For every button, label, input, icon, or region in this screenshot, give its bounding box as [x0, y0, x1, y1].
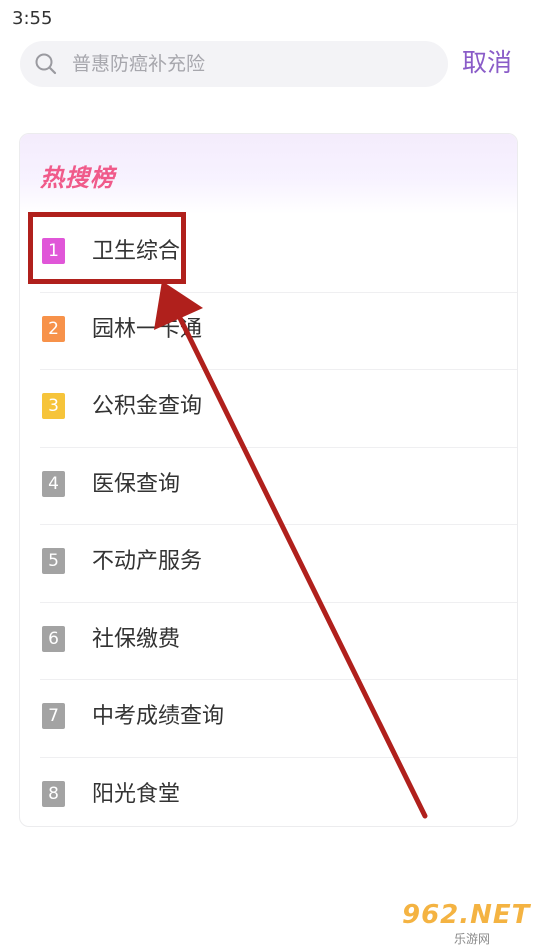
- list-item-label: 公积金查询: [92, 394, 203, 419]
- list-item[interactable]: 3 公积金查询: [40, 369, 517, 447]
- cancel-button[interactable]: 取消: [462, 47, 512, 79]
- list-item[interactable]: 2 园林一卡通: [40, 291, 517, 370]
- hot-search-list: 1 卫生综合 2 园林一卡通 3 公积金查询 4 医保查询 5 不动产服务 6 社保缴费 7 中考成绩查询…: [20, 215, 517, 827]
- list-item[interactable]: 4 医保查询: [40, 446, 517, 525]
- rank-badge: 6: [42, 625, 65, 652]
- rank-badge: 3: [42, 393, 65, 419]
- watermark-main: 962.NET: [402, 900, 531, 930]
- list-item-label: 阳光食堂: [92, 781, 181, 807]
- list-item[interactable]: 5 不动产服务: [40, 524, 517, 602]
- rank-badge: 5: [42, 548, 65, 574]
- watermark-logo: 962.NET 乐游网: [394, 900, 532, 946]
- search-icon: [35, 53, 57, 75]
- list-item[interactable]: 6 社保缴费: [40, 601, 517, 680]
- list-item-label: 社保缴费: [92, 626, 181, 652]
- annotation-highlight-box: [28, 212, 186, 284]
- rank-badge: 2: [42, 315, 65, 342]
- list-item-label: 不动产服务: [92, 549, 203, 574]
- list-item-label: 园林一卡通: [92, 316, 203, 342]
- list-item[interactable]: 8 阳光食堂: [40, 756, 517, 827]
- rank-badge: 7: [42, 703, 65, 729]
- status-time: 3:55: [12, 8, 53, 29]
- search-placeholder: 普惠防癌补充险: [72, 53, 206, 75]
- watermark-sub: 乐游网: [454, 932, 491, 946]
- search-input[interactable]: 普惠防癌补充险: [20, 41, 448, 87]
- hot-search-title: 热搜榜: [40, 164, 115, 192]
- page: 3:55 普惠防癌补充险 取消 热搜榜 1 卫生综合 2 园林一卡通 3 公积金查询 4 医保…: [0, 0, 535, 951]
- hot-search-header: 热搜榜: [20, 134, 517, 214]
- rank-badge: 8: [42, 780, 65, 807]
- rank-badge: 4: [42, 470, 65, 497]
- list-item-label: 中考成绩查询: [92, 704, 225, 729]
- list-item[interactable]: 7 中考成绩查询: [40, 679, 517, 757]
- list-item-label: 医保查询: [92, 471, 181, 497]
